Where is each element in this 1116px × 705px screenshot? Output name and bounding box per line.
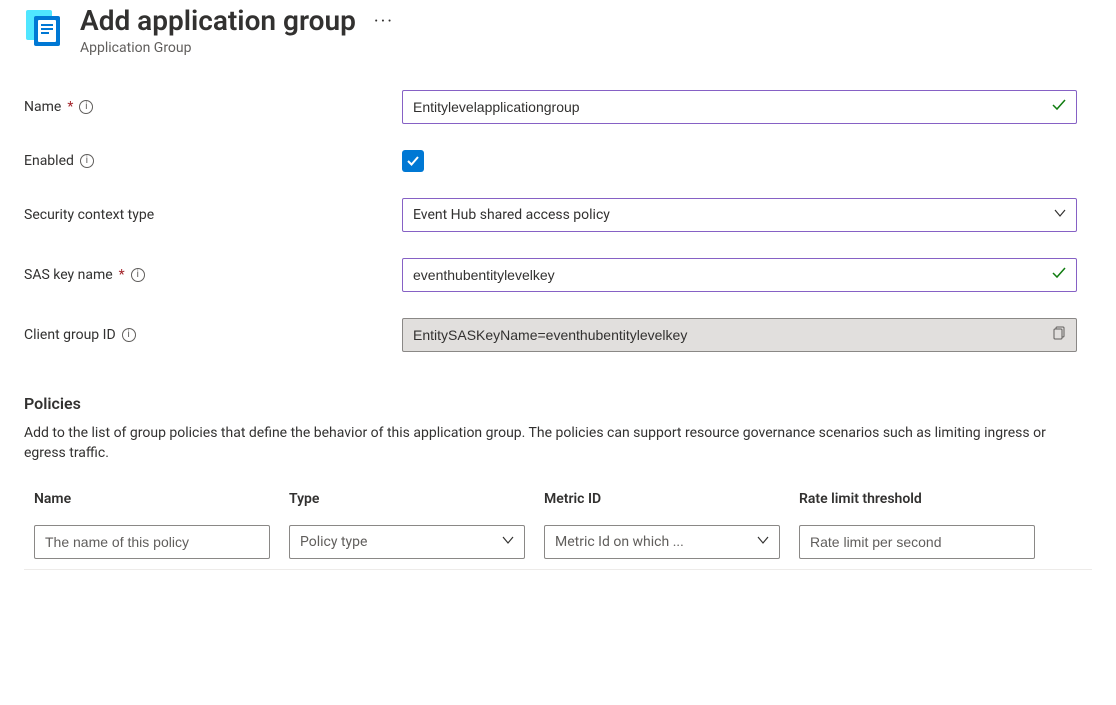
info-icon[interactable]: i (79, 100, 93, 114)
policies-header-row: Name Type Metric ID Rate limit threshold (24, 491, 1092, 525)
page-header: Add application group ··· Application Gr… (24, 4, 1092, 56)
policies-description: Add to the list of group policies that d… (24, 423, 1074, 464)
required-marker: * (119, 267, 125, 283)
table-divider (24, 569, 1092, 570)
security-context-label-text: Security context type (24, 207, 154, 223)
sas-key-input[interactable] (402, 258, 1077, 292)
policy-metric-placeholder: Metric Id on which ... (555, 534, 684, 550)
security-context-select[interactable]: Event Hub shared access policy (402, 198, 1077, 232)
policy-threshold-input[interactable] (799, 525, 1035, 559)
info-icon[interactable]: i (80, 154, 94, 168)
security-context-label: Security context type (24, 207, 402, 223)
page-subtitle: Application Group (80, 40, 394, 56)
name-label-text: Name (24, 99, 61, 115)
app-group-icon (24, 8, 66, 50)
client-group-id-label: Client group ID i (24, 327, 402, 343)
sas-key-label-text: SAS key name (24, 267, 113, 283)
enabled-label: Enabled i (24, 153, 402, 169)
col-name: Name (34, 491, 289, 507)
enabled-checkbox[interactable] (402, 150, 424, 172)
policy-type-select[interactable]: Policy type (289, 525, 525, 559)
security-context-value: Event Hub shared access policy (413, 207, 610, 223)
enabled-label-text: Enabled (24, 153, 74, 169)
policy-metric-select[interactable]: Metric Id on which ... (544, 525, 780, 559)
policies-table: Name Type Metric ID Rate limit threshold… (24, 491, 1092, 570)
client-group-id-field (402, 318, 1077, 352)
policies-input-row: Policy type Metric Id on which ... (24, 525, 1092, 559)
col-metric: Metric ID (544, 491, 799, 507)
copy-icon[interactable] (1053, 326, 1067, 344)
sas-key-label: SAS key name * i (24, 267, 402, 283)
info-icon[interactable]: i (122, 328, 136, 342)
more-actions-button[interactable]: ··· (374, 9, 394, 32)
client-group-id-label-text: Client group ID (24, 327, 116, 343)
name-input[interactable] (402, 90, 1077, 124)
policies-section: Policies Add to the list of group polici… (24, 394, 1092, 571)
policy-type-placeholder: Policy type (300, 534, 367, 550)
policy-name-input[interactable] (34, 525, 270, 559)
info-icon[interactable]: i (131, 268, 145, 282)
col-type: Type (289, 491, 544, 507)
page-title: Add application group (80, 4, 356, 38)
policies-title: Policies (24, 394, 1092, 413)
required-marker: * (67, 99, 73, 115)
app-group-form: Name * i Enabled i Security context type (24, 90, 1092, 352)
col-threshold: Rate limit threshold (799, 491, 1054, 507)
name-label: Name * i (24, 99, 402, 115)
